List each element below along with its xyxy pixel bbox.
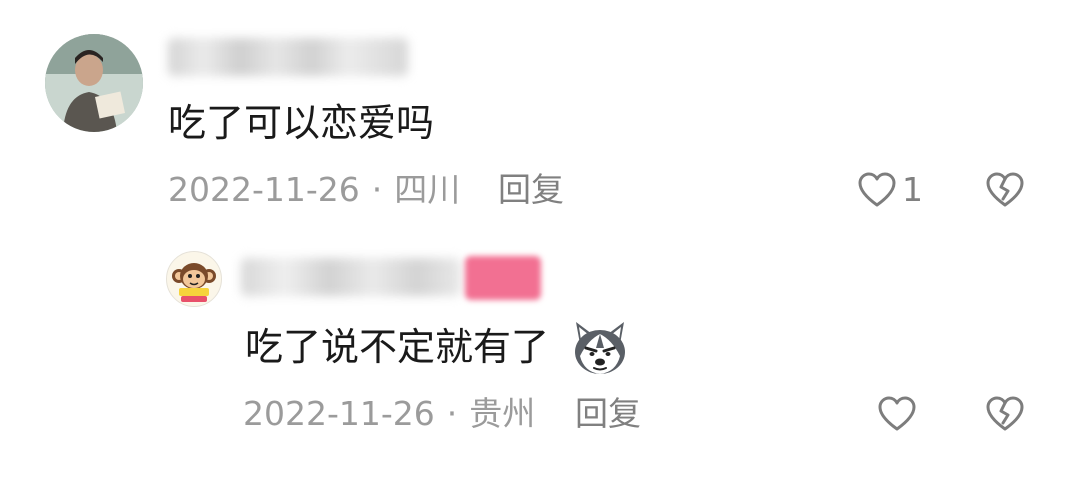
heart-outline-icon[interactable] <box>858 172 896 212</box>
reply-username-blurred[interactable] <box>241 258 461 296</box>
reply-text: 吃了说不定就有了 <box>245 325 550 369</box>
meta-separator: · <box>371 170 383 209</box>
reply-avatar[interactable] <box>166 251 222 307</box>
broken-heart-icon[interactable] <box>986 172 1024 212</box>
reply-button[interactable]: 回复 <box>575 397 641 430</box>
meta-separator: · <box>446 394 458 433</box>
comment-meta: 2022-11-26 · 四川 <box>168 173 460 206</box>
reply-button[interactable]: 回复 <box>498 173 564 206</box>
broken-heart-icon[interactable] <box>986 396 1024 436</box>
husky-dog-sticker <box>570 318 630 378</box>
comment-date: 2022-11-26 <box>168 170 360 209</box>
comment-text: 吃了可以恋爱吗 <box>168 101 435 145</box>
reply-meta: 2022-11-26 · 贵州 <box>243 397 535 430</box>
heart-outline-icon[interactable] <box>878 396 916 436</box>
reply-location: 贵州 <box>469 394 536 433</box>
comment-location: 四川 <box>394 170 461 209</box>
author-tag-blurred <box>465 256 541 300</box>
like-count: 1 <box>902 170 923 209</box>
username-blurred[interactable] <box>168 38 408 76</box>
reply-date: 2022-11-26 <box>243 394 435 433</box>
avatar[interactable] <box>45 34 143 132</box>
